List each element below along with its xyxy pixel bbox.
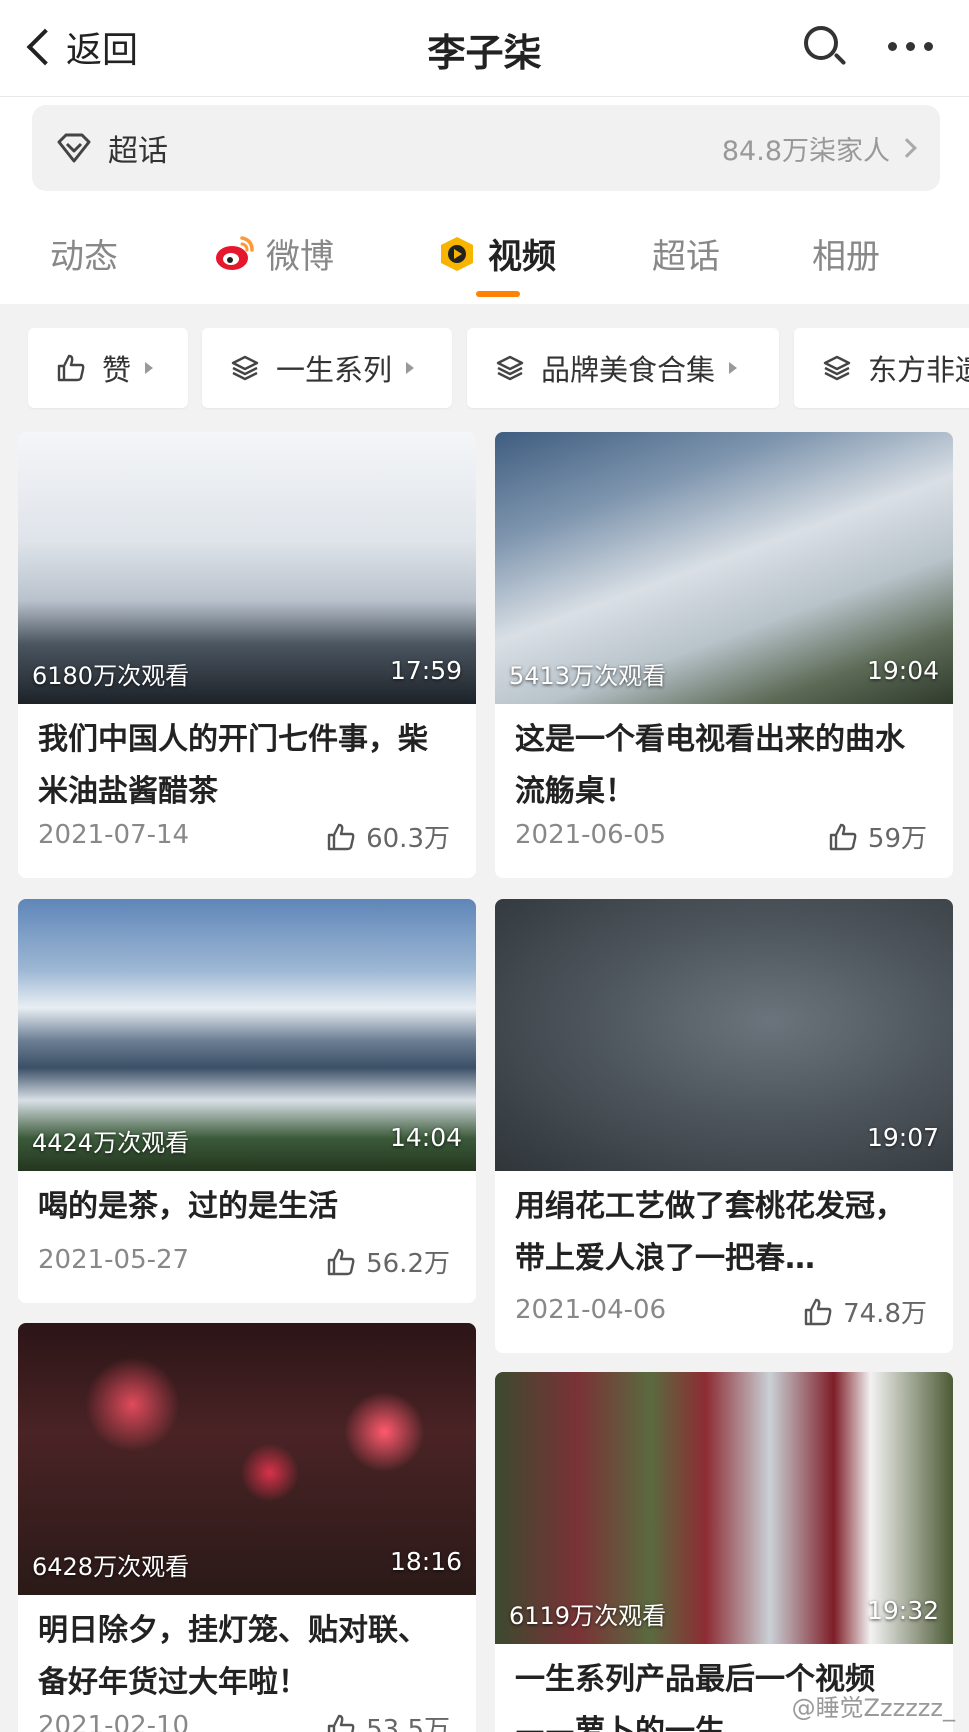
active-tab-indicator [476,291,520,297]
weibo-icon [216,235,254,270]
tab-weibo[interactable]: 微博 [214,229,334,278]
tab-dynamic[interactable]: 动态 [50,229,118,278]
chevron-right-icon [897,138,917,158]
video-duration: 19:32 [866,1596,939,1625]
tab-video[interactable]: 视频 [436,229,556,278]
thumbs-up-icon [327,1248,355,1275]
view-count: 4424万次观看 [32,1129,190,1157]
thumbs-up-icon [327,1714,355,1732]
tab-bar: 动态 微博 视频 超话 相册 [0,217,969,297]
video-duration: 19:07 [866,1123,939,1152]
video-title: 我们中国人的开门七件事，柴米油盐酱醋茶 [38,722,428,809]
watermark: @睡觉Zzzzzz_ [791,1694,955,1722]
view-count: 5413万次观看 [509,662,667,690]
like-count-value: 53.5万 [366,1715,450,1732]
video-title: 用绢花工艺做了套桃花发冠，带上爱人浪了一把春… [515,1189,905,1276]
filter-label: 赞 [102,353,132,387]
thumbs-up-icon [804,1298,832,1325]
tab-album[interactable]: 相册 [812,229,880,278]
video-duration: 19:04 [866,656,939,685]
tab-label: 超话 [652,237,720,277]
like-count-value: 74.8万 [843,1299,927,1329]
like-count-value: 60.3万 [366,824,450,854]
like-count[interactable]: 60.3万 [326,818,450,855]
caret-right-icon [729,362,738,374]
video-card[interactable]: 5413万次观看 19:04 这是一个看电视看出来的曲水流觞桌！ 2021-06… [495,432,953,878]
more-icon[interactable] [888,42,933,51]
layers-icon [496,355,524,381]
filter-label: 品牌美食合集 [541,353,716,387]
filter-label: 一生系列 [276,353,393,387]
caret-right-icon [406,362,415,374]
view-count: 6180万次观看 [32,662,190,690]
like-count[interactable]: 59万 [828,818,927,855]
caret-right-icon [145,362,154,374]
thumbs-up-icon [829,823,857,850]
video-date: 2021-07-14 [38,820,190,850]
like-count[interactable]: 53.5万 [326,1709,450,1732]
video-duration: 18:16 [389,1547,462,1576]
like-count-value: 59万 [867,824,927,854]
video-date: 2021-06-05 [515,820,667,850]
filter-bar: 赞 一生系列 品牌美食合集 东方非遗 [0,304,969,424]
tab-label: 微博 [266,237,334,277]
top-bar: 返回 李子柒 [0,0,969,96]
search-icon[interactable] [802,24,848,70]
video-card[interactable]: 6119万次观看 19:32 一生系列产品最后一个视频——萝卜的一生 [495,1372,953,1732]
filter-likes[interactable]: 赞 [28,328,188,408]
like-count[interactable]: 56.2万 [326,1243,450,1280]
video-duration: 17:59 [389,656,462,685]
video-date: 2021-04-06 [515,1295,667,1325]
filter-brand-food[interactable]: 品牌美食合集 [467,328,779,408]
view-count: 6119万次观看 [509,1602,667,1630]
super-topic-label: 超话 [108,134,168,169]
layers-icon [823,355,851,381]
filter-intangible-heritage[interactable]: 东方非遗 [794,328,969,408]
video-date: 2021-05-27 [38,1245,190,1275]
like-count-value: 56.2万 [366,1249,450,1279]
video-date: 2021-02-10 [38,1711,190,1732]
video-icon [441,236,473,271]
video-card[interactable]: 6428万次观看 18:16 明日除夕，挂灯笼、贴对联、备好年货过大年啦！ 20… [18,1323,476,1732]
video-card[interactable]: 19:07 用绢花工艺做了套桃花发冠，带上爱人浪了一把春… 2021-04-06… [495,899,953,1353]
video-card[interactable]: 6180万次观看 17:59 我们中国人的开门七件事，柴米油盐酱醋茶 2021-… [18,432,476,878]
tab-super-topic[interactable]: 超话 [652,229,720,278]
video-title: 喝的是茶，过的是生活 [38,1189,338,1224]
tab-label: 动态 [50,237,118,277]
tab-label: 视频 [488,237,556,277]
view-count: 6428万次观看 [32,1553,190,1581]
tab-label: 相册 [812,237,880,277]
filter-label: 东方非遗 [868,353,969,387]
filter-series-life[interactable]: 一生系列 [202,328,452,408]
layers-icon [231,355,259,381]
video-title: 这是一个看电视看出来的曲水流觞桌！ [515,722,905,809]
thumbs-up-icon [327,823,355,850]
video-title: 明日除夕，挂灯笼、贴对联、备好年货过大年啦！ [38,1613,428,1700]
fans-count: 84.8万柒家人 [721,135,890,167]
diamond-icon [57,133,91,163]
super-topic-bar[interactable]: 超话 84.8万柒家人 [32,105,940,191]
profile-header: 超话 84.8万柒家人 动态 微博 视频 超话 相册 [0,96,969,304]
like-count[interactable]: 74.8万 [803,1293,927,1330]
video-duration: 14:04 [389,1123,462,1152]
video-card[interactable]: 4424万次观看 14:04 喝的是茶，过的是生活 2021-05-27 56.… [18,899,476,1303]
thumbs-up-icon [57,354,85,382]
